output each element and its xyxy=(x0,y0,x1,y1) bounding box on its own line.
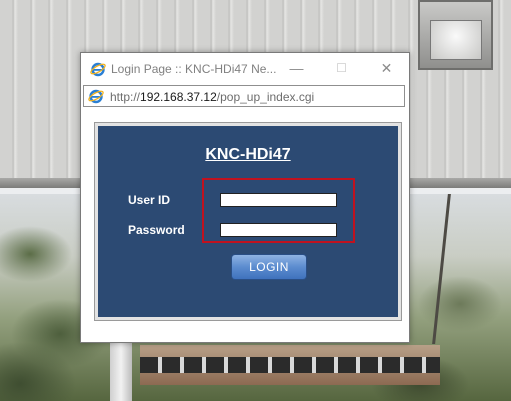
title-bar[interactable]: Login Page :: KNC-HDi47 Ne... — ☐ ✕ xyxy=(81,53,409,84)
url-scheme: http:// xyxy=(110,90,141,104)
building xyxy=(140,345,440,385)
user-id-input[interactable] xyxy=(220,193,337,207)
browser-popup-window: Login Page :: KNC-HDi47 Ne... — ☐ ✕ http… xyxy=(80,52,410,343)
porch-post xyxy=(110,340,132,401)
porch-lamp xyxy=(418,0,493,70)
login-button[interactable]: LOGIN xyxy=(232,255,306,279)
address-url: http://192.168.37.12/pop_up_index.cgi xyxy=(110,90,314,104)
password-label: Password xyxy=(128,223,185,237)
address-bar[interactable]: http://192.168.37.12/pop_up_index.cgi xyxy=(83,85,405,107)
ie-icon xyxy=(90,62,106,77)
ie-icon xyxy=(88,89,104,104)
url-host: 192.168.37.12 xyxy=(140,90,217,104)
window-title: Login Page :: KNC-HDi47 Ne... xyxy=(111,62,277,76)
password-input[interactable] xyxy=(220,223,337,237)
page-content: KNC-HDi47 User ID Password LOGIN xyxy=(81,109,409,342)
maximize-button[interactable]: ☐ xyxy=(319,53,364,84)
minimize-button[interactable]: — xyxy=(274,53,319,84)
close-button[interactable]: ✕ xyxy=(364,53,409,84)
login-panel: KNC-HDi47 User ID Password LOGIN xyxy=(95,123,401,320)
url-path: /pop_up_index.cgi xyxy=(216,90,315,104)
device-title: KNC-HDi47 xyxy=(205,146,291,163)
user-id-label: User ID xyxy=(128,193,171,207)
